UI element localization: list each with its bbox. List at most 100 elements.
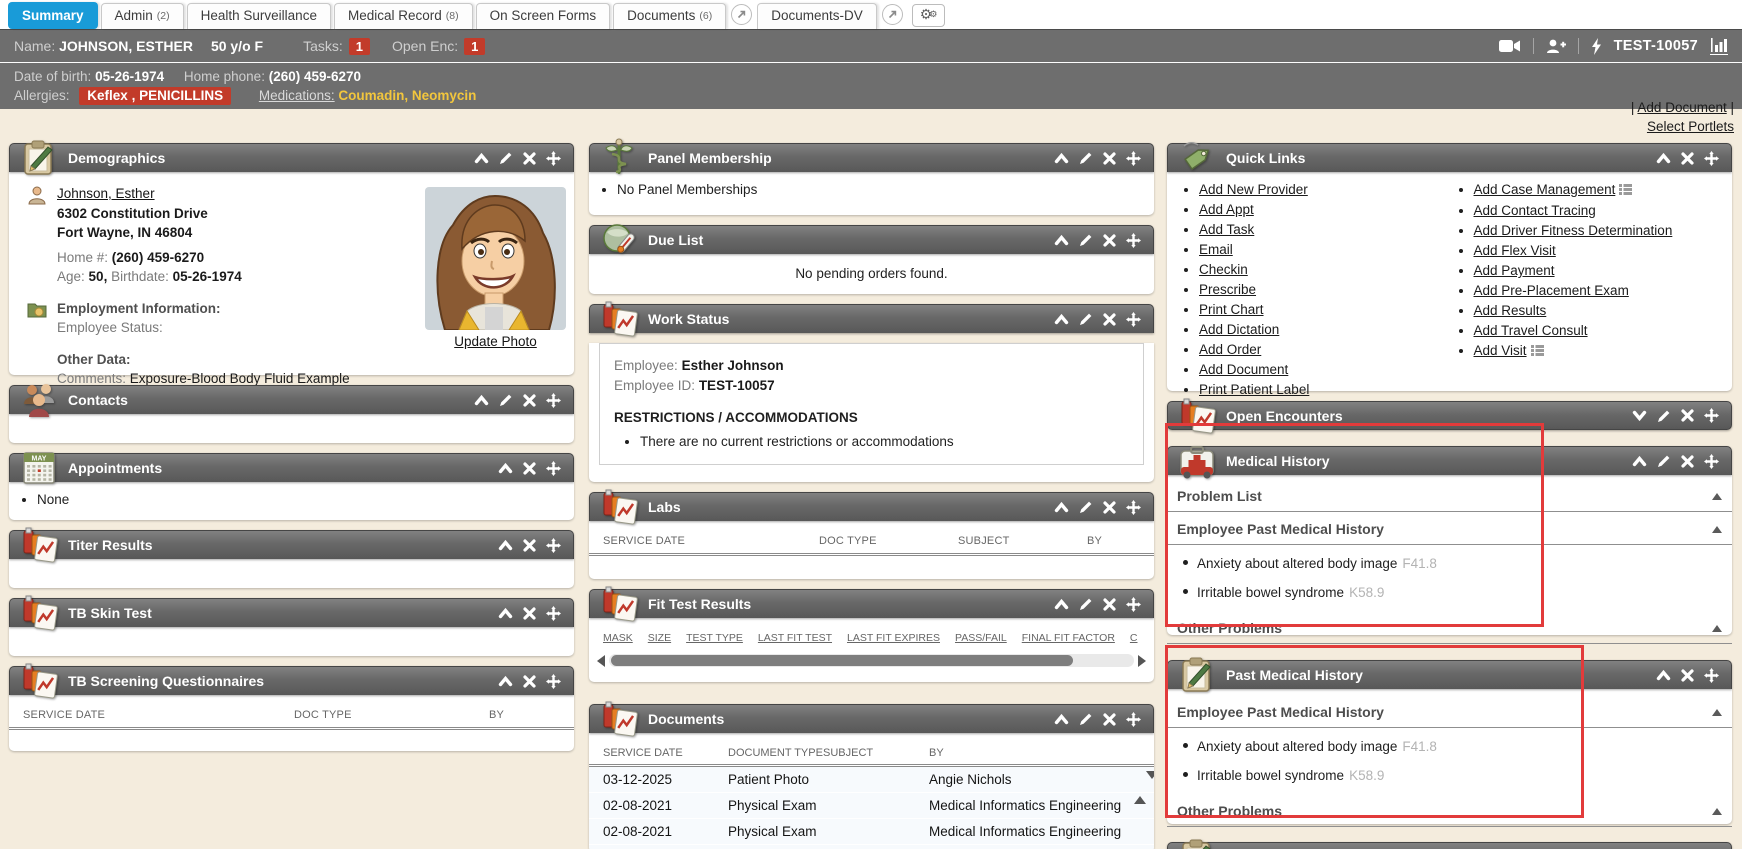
move-icon[interactable]: [546, 461, 561, 476]
quick-link[interactable]: Add Payment: [1474, 263, 1555, 278]
patient-photo[interactable]: [425, 187, 566, 330]
close-icon[interactable]: [523, 607, 536, 620]
column-header[interactable]: DOC TYPE: [819, 535, 958, 547]
column-header[interactable]: SUBJECT: [958, 535, 1087, 547]
expand-icon[interactable]: [1632, 409, 1647, 422]
quick-link[interactable]: Add Results: [1474, 303, 1547, 318]
close-icon[interactable]: [523, 152, 536, 165]
person-add-icon[interactable]: [1546, 39, 1566, 54]
edit-icon[interactable]: [1079, 151, 1093, 165]
close-icon[interactable]: [523, 462, 536, 475]
close-icon[interactable]: [1681, 152, 1694, 165]
tab-summary[interactable]: Summary: [8, 2, 98, 29]
edit-icon[interactable]: [1079, 712, 1093, 726]
edit-icon[interactable]: [1657, 409, 1671, 423]
document-row[interactable]: 02-08-2019Patient PhotoNurse RN: [589, 845, 1154, 849]
column-header-link[interactable]: LAST FIT EXPIRES: [847, 632, 940, 644]
move-icon[interactable]: [1704, 151, 1719, 166]
quick-link[interactable]: Add Order: [1199, 342, 1261, 357]
move-icon[interactable]: [1126, 233, 1141, 248]
move-icon[interactable]: [546, 538, 561, 553]
close-icon[interactable]: [1103, 234, 1116, 247]
move-icon[interactable]: [546, 151, 561, 166]
bar-chart-icon[interactable]: [1710, 38, 1728, 55]
move-icon[interactable]: [546, 674, 561, 689]
quick-link[interactable]: Add New Provider: [1199, 182, 1308, 197]
horizontal-scrollbar[interactable]: [589, 648, 1154, 675]
close-icon[interactable]: [1103, 313, 1116, 326]
column-header[interactable]: BY: [929, 747, 1124, 759]
collapse-icon[interactable]: [1054, 713, 1069, 726]
edit-icon[interactable]: [499, 151, 513, 165]
column-header[interactable]: BY: [1087, 535, 1140, 547]
close-icon[interactable]: [1103, 598, 1116, 611]
column-header-link[interactable]: SIZE: [648, 632, 671, 644]
column-header[interactable]: SERVICE DATE: [603, 535, 819, 547]
quick-link[interactable]: Add Travel Consult: [1474, 323, 1588, 338]
collapse-triangle-icon[interactable]: [1712, 808, 1722, 815]
allergies-badge[interactable]: Keflex , PENICILLINS: [79, 87, 231, 105]
collapse-triangle-icon[interactable]: [1712, 709, 1722, 716]
collapse-triangle-icon[interactable]: [1712, 493, 1722, 500]
quick-link[interactable]: Add Case Management: [1474, 182, 1616, 197]
collapse-triangle-icon[interactable]: [1712, 625, 1722, 632]
column-header-link[interactable]: TEST TYPE: [686, 632, 743, 644]
quick-link[interactable]: Prescribe: [1199, 282, 1256, 297]
column-header-link[interactable]: FINAL FIT FACTOR: [1022, 632, 1115, 644]
close-icon[interactable]: [523, 539, 536, 552]
tab-documents-dv[interactable]: Documents-DV: [757, 3, 877, 29]
vertical-scrollbar[interactable]: [1134, 779, 1149, 849]
collapse-icon[interactable]: [498, 462, 513, 475]
collapse-icon[interactable]: [1054, 313, 1069, 326]
quick-link[interactable]: Email: [1199, 242, 1233, 257]
patient-name-link[interactable]: Johnson, Esther: [57, 186, 155, 201]
close-icon[interactable]: [523, 394, 536, 407]
edit-icon[interactable]: [1079, 597, 1093, 611]
quick-link[interactable]: Add Driver Fitness Determination: [1474, 223, 1673, 238]
history-section-header[interactable]: Employee Past Medical History: [1167, 695, 1732, 728]
collapse-icon[interactable]: [1054, 234, 1069, 247]
move-icon[interactable]: [1126, 312, 1141, 327]
menu-icon[interactable]: [1619, 183, 1632, 200]
collapse-icon[interactable]: [498, 607, 513, 620]
edit-icon[interactable]: [1079, 500, 1093, 514]
move-icon[interactable]: [1704, 668, 1719, 683]
quick-link[interactable]: Add Task: [1199, 222, 1254, 237]
collapse-triangle-icon[interactable]: [1712, 526, 1722, 533]
quick-link[interactable]: Add Dictation: [1199, 322, 1279, 337]
edit-icon[interactable]: [1079, 233, 1093, 247]
scrollbar-thumb[interactable]: [611, 655, 1073, 666]
move-icon[interactable]: [1126, 712, 1141, 727]
history-section-header[interactable]: Other Problems: [1167, 794, 1732, 827]
move-icon[interactable]: [1126, 500, 1141, 515]
close-icon[interactable]: [523, 675, 536, 688]
update-photo-link[interactable]: Update Photo: [454, 334, 537, 349]
move-icon[interactable]: [1126, 597, 1141, 612]
history-section-header[interactable]: Employee Past Medical History: [1167, 512, 1732, 545]
column-header[interactable]: DOC TYPE: [294, 709, 489, 721]
quick-link[interactable]: Add Visit: [1474, 343, 1527, 358]
tab-on-screen-forms[interactable]: On Screen Forms: [476, 3, 611, 29]
gear-icon[interactable]: ⚙⚙: [912, 4, 946, 27]
tab-medical-record[interactable]: Medical Record(8): [334, 3, 473, 29]
column-header-link[interactable]: LAST FIT TEST: [758, 632, 832, 644]
collapse-icon[interactable]: [498, 675, 513, 688]
quick-link[interactable]: Add Appt: [1199, 202, 1254, 217]
close-icon[interactable]: [1103, 152, 1116, 165]
open-enc-count-badge[interactable]: 1: [464, 38, 485, 55]
lightning-icon[interactable]: [1591, 38, 1602, 55]
move-icon[interactable]: [1704, 454, 1719, 469]
column-header[interactable]: SUBJECT: [823, 747, 929, 759]
quick-link[interactable]: Checkin: [1199, 262, 1248, 277]
history-section-header[interactable]: Other Problems: [1167, 611, 1732, 644]
scroll-right-icon[interactable]: [1138, 655, 1146, 667]
collapse-icon[interactable]: [474, 394, 489, 407]
document-row[interactable]: 02-08-2021Physical ExamMedical Informati…: [589, 819, 1154, 845]
medications-label[interactable]: Medications:: [259, 88, 335, 103]
tab-admin[interactable]: Admin(2): [101, 3, 184, 29]
collapse-icon[interactable]: [1054, 598, 1069, 611]
column-header[interactable]: SERVICE DATE: [23, 709, 294, 721]
history-section-header[interactable]: Problem List: [1167, 479, 1732, 512]
tasks-count-badge[interactable]: 1: [349, 38, 370, 55]
video-camera-icon[interactable]: [1499, 39, 1521, 53]
